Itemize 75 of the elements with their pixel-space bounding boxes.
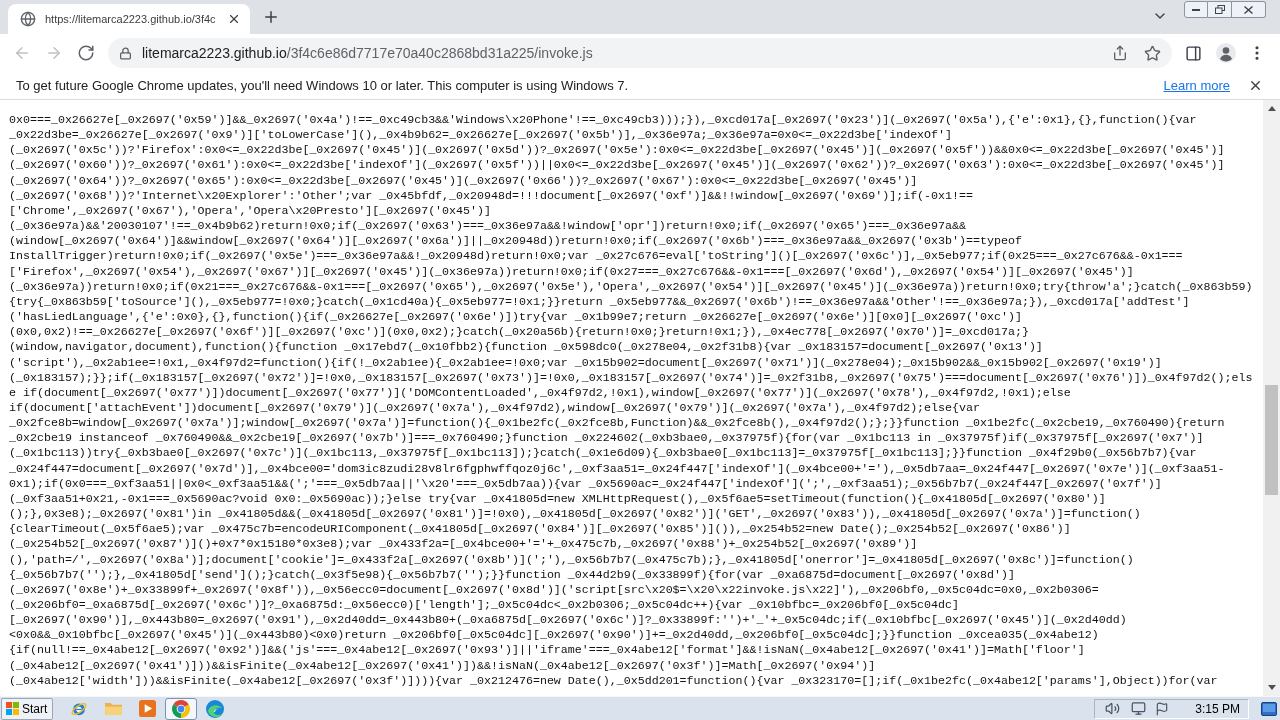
code-line: (_0x206bf0=_0xa6875d[_0x2697('0x6c')]?_0xa6875d:_0x56ecc0)['length'];_0x5c04dc<_0x2b0306;_0x5c04dc++){var _0x10bfbc=_0x206bf0[_0x5c04dc] — [9, 597, 960, 613]
info-message: To get future Google Chrome updates, you'll need Windows 10 or later. This computer is using Windows 7. — [16, 76, 629, 95]
address-field[interactable]: litemarca2223.github.io/3f4c6e86d7717e70a40c2868bd31a225/invoke.js — [108, 38, 1172, 68]
close-icon — [1244, 5, 1253, 14]
new-tab-icon[interactable] — [262, 8, 280, 26]
flag-icon[interactable] — [1155, 701, 1170, 716]
code-line: e if(document[_0x2697('0x77')])document[_0x2697('0x77')]('DOMContentLoaded',_0x4f97d2,!0x1),window[_0x2697('0x77')](_0x2697('0x78'),_0x4f97d2,!0x1);else — [9, 384, 1071, 400]
code-line: if(document['attachEvent'])document[_0x2697('0x79')](_0x2697('0x7a'),_0x4f97d2),window[_0x2697('0x79')](_0x2697('0x7a'),_0x4f97d2);else{var — [9, 399, 980, 416]
browser-tab[interactable]: https://litemarca2223.github.io/3f4c — [8, 4, 250, 34]
code-line: (_0x2697('0x64'))?_0x2697('0x65'):0x0<=_0x22d3be[_0x2697('0x45')](_0x2697('0x66'))?_0x2697('0x67'):0x0<=_0x22d3be[_0x2697('0x45')] — [9, 172, 918, 188]
code-line: (_0x2697('0x60'))?_0x2697('0x61'):0x0<=_0x22d3be['indexOf'](_0x2697('0x5f'))||0x0<=_0x22d3be[_0x2697('0x45')](_0x2697('0x62'))?_0x2697('0x63'):0x0<=_0x22d3be[_0x2697('0x45')] — [9, 157, 1225, 173]
code-line: {_0x56b7b7('');},_0x41805d['send']();}catch(_0x3f5e98){_0x56b7b7('');}}function _0x44d2b9(_0x33899f){for(var _0xa6875d=document[_0x2697('0x8d')] — [9, 566, 1015, 582]
folder-icon — [103, 701, 123, 716]
url-text: litemarca2223.github.io/3f4c6e86d7717e70a40c2868bd31a225/invoke.js — [142, 43, 593, 63]
code-line: _0x24f447=document[_0x2697('0x7d')],_0x4bce00='dom3ic8zudi28v8lr6fgphwffqoz0j6c',_0xf3aa51=_0x24f447['indexOf'](_0x4bce00+'='),_0x5db7aa=_0x24f447[_0x2697('0x7e')](_0xf3aa51- — [9, 460, 1225, 476]
code-line: (_0x2697('0x68'))?'Internet\x20Explorer':'Other';var _0x45bfdf,_0x20948d=!!!document[_0x2697('0xf')]&&!!window[_0x2697('0x69')];if(-0x1!== — [9, 187, 973, 203]
code-line: ['Firefox',_0x2697('0x54'),_0x2697('0x67')][_0x2697('0x45')](_0x36e97a))return!0x0;if(0x27===_0x27c676&&-0x1===[_0x2697('0x6d'),_0x2697('0x54')][_0x2697('0x45')] — [9, 263, 1134, 279]
code-line: [_0x2697('0x90')],_0x443b80=_0x2697('0x91'),_0x2d40dd=_0x443b80+(_0xa6875d[_0x2697('0x6c')]?_0x33899f:'')+'_'+_0x5c04dc;if(_0x10bfbc[_0x2697('0x45')](_0x2d40dd) — [9, 612, 1127, 628]
code-line: (),'path=/',_0x2697('0x8a')];document['cookie']=_0x433f2a[_0x2697('0x8b')](';'),_0x56b7b7(_0x475c7b);},_0x41805d['onerror']=_0x41805d[_0x2697('0x8c')]=function() — [9, 551, 1134, 567]
start-button[interactable]: Start — [1, 697, 53, 720]
code-line: (window[_0x2697('0x64')]&&window[_0x2697('0x64')][_0x2697('0x6a')]||_0x20948d))return!0x0;if(_0x2697('0x6b')===_0x36e97a&&_0x2697('0x3b')==typeof — [9, 233, 1022, 249]
speaker-icon[interactable] — [1105, 701, 1121, 716]
reload-icon[interactable] — [77, 44, 95, 62]
code-line: ('script'),_0x2ab1ee=!0x1,_0x4f97d2=function(){if(!_0x2ab1ee){_0x2ab1ee=!0x0;var _0x15b902=document[_0x2697('0x71')](_0x278e04);_0x15b902&&_0x15b902[_0x2697('0x19')] — [9, 354, 1162, 370]
code-line: _0x2cbe19 instanceof _0x760490&&_0x2cbe19[_0x2697('0x7b')]===_0x760490;}function _0x224602(_0xb3bae0,_0x37975f){for(var _0x1bc113 in _0x37975f)if(_0x37975f[_0x2697('0x7')] — [9, 430, 1204, 446]
code-line: ['Chrome',_0x2697('0x67'),'Opera','Opera\x20Presto'][_0x2697('0x45')] — [9, 202, 491, 219]
code-line: (_0x36e97a)&&'20030107'!==_0x4b9b62)return!0x0;if(_0x2697('0x63')===_0x36e97a&&!window['opr'])return!0x0;if(_0x2697('0x65')===_0x36e97a&& — [9, 218, 967, 234]
code-line: (_0x1bc113))try{_0xb3bae0[_0x2697('0x7c')](_0x1bc113,_0x37975f[_0x1bc113]);}catch(_0x1e6d09){_0xb3bae0[_0x1bc113]=_0x37975f[_0x1bc113];}}function _0x4f29b0(_0x56b7b7){var — [9, 445, 1197, 461]
scrollbar-thumb[interactable] — [1265, 385, 1278, 495]
code-line: (window,navigator,document),function(){function _0x17ebd7(_0x10fbb2){function _0x598dc0(_0x278e04,_0x2f31b8){var _0x183157=document[_0x2697('0x13')] — [9, 339, 1043, 355]
clock-time[interactable]: 3:15 PM — [1195, 699, 1240, 718]
code-line: _0x22d3be=_0x26627e[_0x2697('0x9')]['toLowerCase'](),_0x4b9b62=_0x26627e[_0x2697('0x5b')],_0x36e97a;_0x36e97a=0x0<=_0x22d3be['indexOf'] — [9, 127, 953, 143]
code-line: 0x0===_0x26627e[_0x2697('0x59')]&&_0x2697('0x4a')!==_0xc49cb3&&'Windows\x20Phone'!==_0xc49cb3)));}),_0xcd017a[_0x2697('0x23')](_0x2697('0x5a'),{'e':0x1},{},function(){var — [9, 112, 1197, 128]
monitor-icon[interactable] — [1131, 701, 1147, 716]
play-icon — [138, 700, 156, 717]
segmented-circle-icon — [172, 699, 190, 718]
share-icon[interactable] — [1112, 45, 1128, 61]
code-line: 0x1);if(0x0===_0xf3aa51||0x0<_0xf3aa51&&(';'===_0x5db7aa||'\x20'===_0x5db7aa)){var _0x5690ac=_0x24f447['indexOf'](';',_0xf3aa51);_0x56b7b7(_0x24f447[_0x2697('0x7f')] — [9, 475, 1162, 491]
taskbar-app-button[interactable] — [165, 697, 197, 720]
globe-icon — [20, 11, 36, 27]
code-line: ();},0x3e8);_0x2697('0x81')in _0x41805d&&(_0x41805d[_0x2697('0x81')]=!0x0),_0x41805d[_0x2697('0x82')]('GET',_0x2697('0x83')),_0x41805d[_0x2697('0x7a')]=function() — [9, 506, 1141, 522]
code-line: (0x0,0x2)!==_0x26627e[_0x2697('0x6f')][_0x2697('0xc')](0x0,0x2);}catch(_0x20a56b){return!0x0;}return!0x1;}),_0x4ec778[_0x2697('0x70')]=_0xcd017a;} — [9, 324, 1029, 340]
code-line: (_0x36e97a))return!0x0;if(0x21===_0x27c676&&-0x1===[_0x2697('0x65'),_0x2697('0x5e'),'Opera',_0x2697('0x54')][_0x2697('0x45')](_0x36e97a))return!0x0;try{throw'a';}catch(_0x863b59) — [9, 278, 1253, 294]
desktop-icon[interactable] — [1261, 701, 1277, 716]
close-icon[interactable] — [227, 12, 241, 26]
star-icon[interactable] — [1144, 44, 1161, 62]
lock-icon[interactable] — [119, 46, 132, 60]
restore-icon — [1214, 5, 1225, 14]
code-line: ('hasLiedLanguage',{'e':0x0},{},function(){if(_0x26627e[_0x2697('0x6e')])try{var _0x1b99e7;return _0x26627e[_0x2697('0x6e')][0x0][_0x2697('0xc')] — [9, 309, 1022, 325]
close-icon[interactable] — [1248, 78, 1263, 93]
scroll-down-icon[interactable] — [1267, 685, 1276, 690]
code-line: (_0xf3aa51+0x21,-0x1===_0x5690ac?void 0x0:_0x5690ac));}else try{var _0x41805d=new XMLHttpRequest(),_0x5f6ae5=setTimeout(function(){_0x41805d[_0x2697('0x80')] — [9, 490, 1106, 507]
code-line: (_0x2697('0x8e')+_0x33899f+_0x2697('0x8f')),_0x56ecc0=document[_0x2697('0x8d')]('script[src\x20$=\x20\x22invoke.js\x22]'),_0x206bf0,_0x5c04dc=0x0,_0x2b0306= — [9, 581, 1099, 597]
side-panel-icon[interactable] — [1185, 44, 1202, 62]
restore-button[interactable] — [1208, 1, 1232, 18]
code-line: InstallTrigger)return!0x0;if(_0x2697('0x5e')===_0x36e97a&&!_0x20948d)return!0x0;var _0x27c676=eval['toString']()[_0x2697('0x6c')],_0x5eb977;if(0x25===_0x27c676&&-0x1=== — [9, 248, 1183, 264]
code-line: {if(null!==_0x4abe12[_0x2697('0x92')]&&('js'===_0x4abe12[_0x2697('0x93')]||'iframe'===_0x4abe12['format']&&!isNaN(_0x4abe12[_0x2697('0x41')]=Math['floor'] — [9, 642, 1085, 658]
close-window-button[interactable] — [1232, 1, 1266, 18]
avatar-icon[interactable] — [1216, 43, 1236, 63]
minimize-icon — [1192, 8, 1200, 11]
code-line: <0x0&&_0x10bfbc[_0x2697('0x45')](_0x443b80)<0x0)return _0x206bf0[_0x5c04dc][_0x2697('0x90')]+=_0x2d40dd,_0x206bf0[_0x5c04dc];}}function _0xcea035(_0x4abe12) — [9, 627, 1099, 643]
scrollbar[interactable] — [1263, 100, 1280, 696]
minimize-button[interactable] — [1184, 1, 1208, 18]
code-line: (_0x4abe12[_0x2697('0x41')]))&&isFinite(_0x4abe12[_0x2697('0x41')])&&!isNaN(_0x4abe12[_0x2697('0x3f')]=Math[_0x2697('0x94')] — [9, 657, 876, 673]
code-line: (_0x254b52[_0x2697('0x87')]()+0x7*0x15180*0x3e8);var _0x433f2a=[_0x4bce00+'='+_0x475c7b,_0x2697('0x88')+_0x254b52[_0x2697('0x89')] — [9, 536, 918, 552]
code-line: (_0x4abe12['width']))&&isFinite(_0x4abe12[_0x2697('0x3f')]))){var _0x212476=new Date(),_0x5dd201=function(){var _0x323170=[];if(_0x1be2fc(_0x4abe12['params'],Object))for(var — [9, 672, 1218, 688]
tab-title: https://litemarca2223.github.io/3f4c — [45, 11, 217, 27]
code-line: (_0x183157);}};if(_0x183157[_0x2697('0x72')]=!0x0,_0x183157[_0x2697('0x73')]=!0x0,_0x183157[_0x2697('0x74')]=_0x2f31b8,_0x2697('0x75')===document[_0x2697('0x76')])_0x4f97d2();els — [9, 369, 1253, 385]
scroll-up-icon[interactable] — [1267, 106, 1276, 111]
window-panes-icon — [6, 702, 19, 715]
code-line: _0x2fce8b=window[_0x2697('0x7a')];window[_0x2697('0x7a')]=function(){_0x1be2fc(_0x2fce8b,Function)&&_0x2fce8b(),_0x4f97d2();};}}function _0x1be2fc(_0x2cbe19,_0x760490){return — [9, 415, 1225, 431]
learn-more-link[interactable]: Learn more — [1163, 75, 1230, 96]
code-line: {clearTimeout(_0x5f6ae5);var _0x475c7b=encodeURIComponent(_0x41805d[_0x2697('0x84')][_0x2697('0x85')]()),_0x254b52=new Date();_0x254b52[_0x2697('0x86')] — [9, 521, 1071, 537]
code-line: (_0x2697('0x5c'))?'Firefox':0x0<=_0x22d3be[_0x2697('0x45')](_0x2697('0x5d'))?_0x2697('0x5e'):0x0<=_0x22d3be[_0x2697('0x45')](_0x2697('0x5f'))&&0x0<=_0x22d3be[_0x2697('0x45')] — [9, 142, 1225, 158]
code-line: {try{_0x863b59['toSource'](),_0x5eb977=!0x0;}catch(_0x1cd40a){_0x5eb977=!0x1;}}return _0x5eb977&&_0x2697('0x6b')!==_0x36e97a&&'Other'!==_0x36e97a;}),_0xcd017a['addTest'] — [9, 293, 1190, 310]
